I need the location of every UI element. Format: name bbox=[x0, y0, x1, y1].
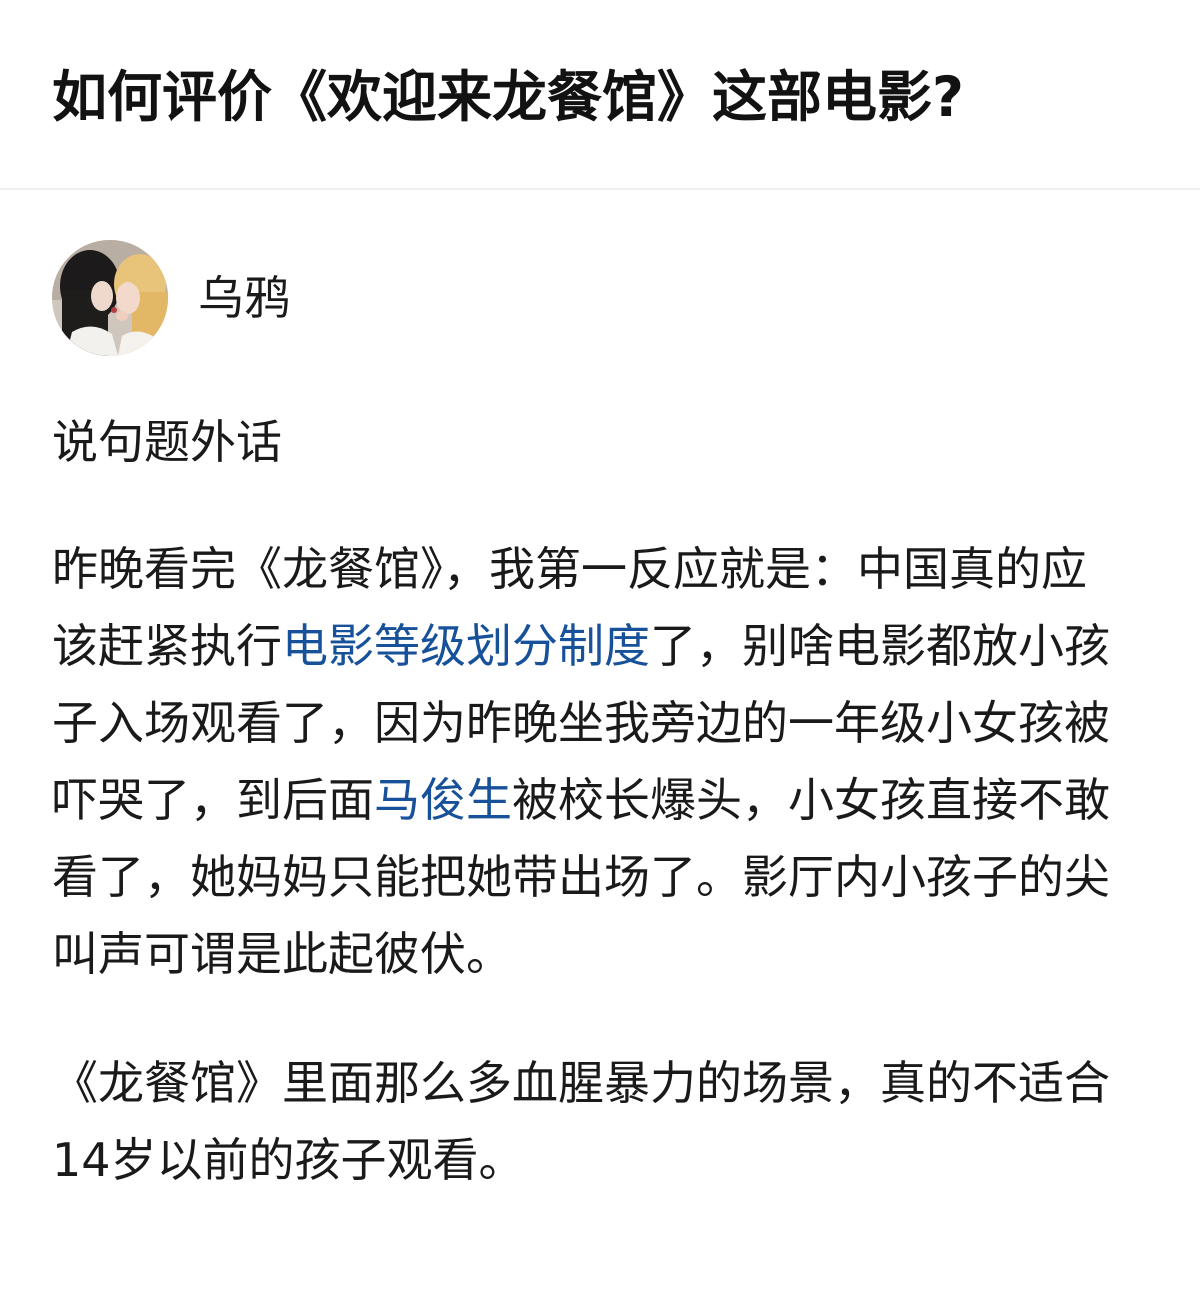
answer-paragraph-1: 说句题外话 bbox=[52, 415, 282, 469]
link-film-rating-system[interactable]: 电影等级划分制度 bbox=[282, 619, 650, 673]
author-name[interactable]: 乌鸦 bbox=[198, 268, 290, 328]
link-ma-junsheng[interactable]: 马俊生 bbox=[374, 773, 512, 827]
avatar-photo-icon bbox=[52, 240, 168, 356]
author-info: 乌鸦 bbox=[52, 240, 290, 356]
question-title[interactable]: 如何评价《欢迎来龙餐馆》这部电影? bbox=[52, 62, 964, 132]
question-header: 如何评价《欢迎来龙餐馆》这部电影? bbox=[0, 0, 1200, 190]
answer-paragraph-3: 《龙餐馆》里面那么多血腥暴力的场景，真的不适合14岁以前的孩子观看。 bbox=[52, 1056, 1110, 1187]
author-avatar[interactable] bbox=[52, 240, 168, 356]
answer-content: 说句题外话 昨晚看完《龙餐馆》，我第一反应就是：中国真的应该赶紧执行电影等级划分… bbox=[52, 404, 1112, 1199]
answer-paragraph-2: 昨晚看完《龙餐馆》，我第一反应就是：中国真的应该赶紧执行电影等级划分制度了，别啥… bbox=[52, 531, 1112, 993]
